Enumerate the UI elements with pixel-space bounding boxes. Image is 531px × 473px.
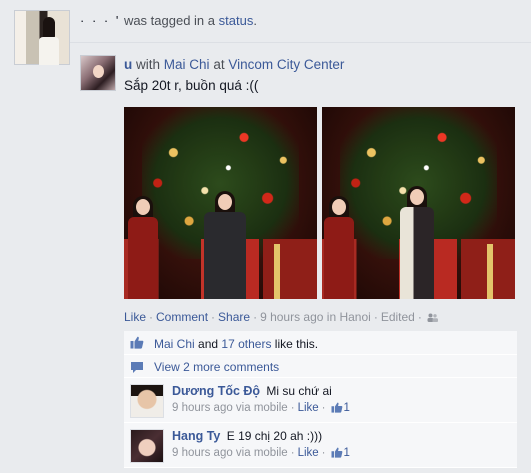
avatar-face — [93, 65, 104, 78]
person-head — [410, 189, 424, 205]
comment-body: Dương Tốc Độ Mi su chứ ai 9 hours ago vi… — [172, 384, 350, 414]
person-figure — [400, 186, 434, 299]
actor-avatar[interactable] — [14, 10, 70, 65]
separator: · — [321, 402, 326, 414]
like-link[interactable]: Like — [124, 310, 146, 324]
likes-suffix-text: like this. — [274, 337, 319, 351]
comment-author-link[interactable]: Hang Ty — [172, 429, 220, 443]
comment-text: E 19 chị 20 ah :))) — [226, 429, 323, 443]
comment-like-count[interactable]: 1 — [344, 447, 350, 459]
likes-person-link[interactable]: Mai Chi — [154, 337, 195, 351]
avatar-hair — [43, 17, 55, 39]
thumbs-up-icon — [331, 447, 342, 458]
person-figure-left — [324, 196, 354, 299]
story-title: · · · ' was tagged in a status. — [80, 13, 257, 28]
person-body — [324, 217, 354, 299]
separator: · — [211, 310, 216, 324]
separator: · — [373, 310, 378, 324]
actor-name[interactable]: · · · ' — [80, 13, 120, 28]
person-body — [400, 207, 434, 299]
likes-and-text: and — [198, 337, 219, 351]
post-actions: Like · Comment · Share · 9 hours ago in Hanoi ·… — [124, 310, 438, 324]
person-figure-left — [128, 196, 158, 299]
share-link[interactable]: Share — [218, 310, 250, 324]
separator: · — [417, 310, 422, 324]
at-text: at — [213, 57, 225, 72]
comment-link[interactable]: Comment — [156, 310, 208, 324]
comment-body: Hang Ty E 19 chị 20 ah :))) 9 hours ago … — [172, 429, 350, 459]
friends-icon[interactable] — [427, 313, 438, 323]
person-head — [332, 199, 346, 215]
post-message: Sắp 20t r, buồn quá :(( — [124, 78, 259, 93]
comment-item: Hang Ty E 19 chị 20 ah :))) 9 hours ago … — [124, 423, 517, 468]
comment-bubble-icon — [131, 362, 143, 373]
person-head — [136, 199, 150, 215]
tagged-person-link[interactable]: Mai Chi — [164, 57, 210, 72]
comment-author-link[interactable]: Dương Tốc Độ — [172, 384, 260, 398]
thumbs-up-icon — [130, 336, 144, 349]
location-link[interactable]: Vincom City Center — [228, 57, 344, 72]
view-more-comments-row[interactable]: View 2 more comments — [124, 355, 517, 378]
separator: · — [149, 310, 154, 324]
likes-others-link[interactable]: 17 others — [221, 337, 271, 351]
ufi-container: Mai Chi and 17 others like this. View 2 … — [124, 331, 517, 468]
comment-like-link[interactable]: Like — [298, 402, 319, 414]
person-body — [204, 212, 246, 299]
edited-label[interactable]: Edited — [381, 310, 415, 324]
comment-meta: 9 hours ago via mobile · Like · 1 — [172, 447, 350, 459]
person-body — [128, 217, 158, 299]
person-head — [218, 194, 232, 210]
story-divider — [70, 42, 531, 43]
post-header: u with Mai Chi at Vincom City Center — [124, 57, 344, 72]
separator: · — [321, 447, 326, 459]
separator: · — [290, 402, 295, 414]
post-time[interactable]: 9 hours ago in — [260, 310, 336, 324]
person-figure — [204, 191, 246, 299]
title-period: . — [253, 13, 257, 28]
comment-time[interactable]: 9 hours ago via mobile — [172, 402, 288, 414]
commenter-avatar[interactable] — [130, 384, 164, 418]
avatar-dress — [39, 37, 59, 65]
comment-time[interactable]: 9 hours ago via mobile — [172, 447, 288, 459]
gift-ribbon — [487, 244, 493, 299]
view-more-comments-link[interactable]: View 2 more comments — [154, 360, 279, 374]
comment-meta: 9 hours ago via mobile · Like · 1 — [172, 402, 350, 414]
separator: · — [290, 447, 295, 459]
gift-ribbon — [274, 244, 280, 299]
comment-like-count[interactable]: 1 — [344, 402, 350, 414]
photo-christmas-tree-2[interactable] — [322, 107, 515, 299]
comment-item: Dương Tốc Độ Mi su chứ ai 9 hours ago vi… — [124, 378, 517, 423]
post-author-name[interactable]: u — [124, 57, 132, 72]
with-text: with — [136, 57, 161, 72]
photo-christmas-tree-1[interactable] — [124, 107, 317, 299]
tagged-text: was tagged in a — [123, 13, 216, 28]
comment-like-link[interactable]: Like — [298, 447, 319, 459]
likes-summary: Mai Chi and 17 others like this. — [124, 331, 517, 355]
separator: · — [253, 310, 258, 324]
status-link[interactable]: status — [219, 13, 254, 28]
post-place[interactable]: Hanoi — [339, 310, 370, 324]
comment-text: Mi su chứ ai — [266, 384, 332, 398]
thumbs-up-icon — [331, 402, 342, 413]
post-author-avatar[interactable] — [80, 55, 116, 91]
commenter-avatar[interactable] — [130, 429, 164, 463]
